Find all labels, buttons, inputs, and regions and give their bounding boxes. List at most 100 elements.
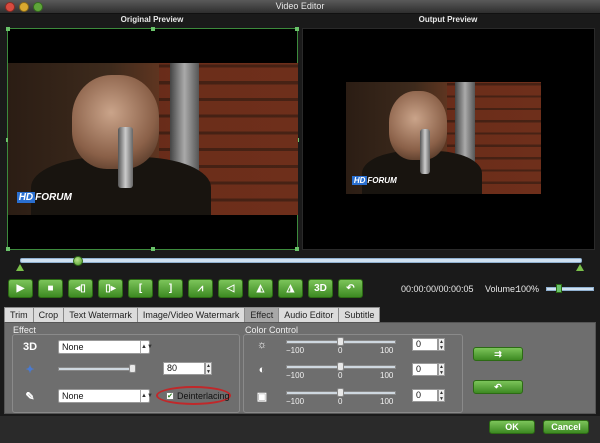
contrast-stepper[interactable]: ▲ ▼ — [438, 363, 445, 376]
effect-strength-slider[interactable] — [58, 367, 134, 371]
next-frame-icon: ▯▸ — [105, 283, 116, 294]
saturation-min: −100 — [286, 397, 305, 406]
effect-panel: Effect 3D None ▲▼ ✦ 80 ▲ ▼ ✎ None ▲▼ ✔ Dein… — [4, 322, 596, 414]
crop-handle[interactable] — [151, 27, 155, 31]
rotate-right-button[interactable]: ◮ — [278, 279, 303, 298]
effect-strength-knob[interactable] — [129, 364, 136, 373]
ok-button[interactable]: OK — [489, 420, 535, 434]
output-preview-label: Output Preview — [418, 15, 478, 24]
next-frame-button[interactable]: ▯▸ — [98, 279, 123, 298]
cancel-button[interactable]: Cancel — [543, 420, 589, 434]
brightness-icon: ☼ — [256, 339, 268, 351]
brightness-field[interactable]: 0 — [412, 338, 438, 351]
volume-label: Volume: — [485, 284, 518, 294]
original-preview[interactable]: HD FORUM — [6, 27, 299, 251]
tab-audio-editor[interactable]: Audio Editor — [278, 307, 340, 322]
tab-subtitle[interactable]: Subtitle — [338, 307, 381, 322]
timecode: 00:00:00/00:00:05 — [401, 284, 474, 294]
deinterlacing-label[interactable]: Deinterlacing — [177, 391, 230, 401]
deinterlacing-checkbox[interactable]: ✔ — [166, 392, 174, 400]
magic-wand-icon: ✎ — [25, 390, 35, 403]
crop-handle[interactable] — [295, 27, 299, 31]
original-video-frame: HD FORUM — [8, 63, 298, 215]
timeline-slider[interactable] — [20, 258, 582, 263]
undo-icon: ↶ — [346, 283, 355, 294]
tab-text-watermark[interactable]: Text Watermark — [63, 307, 138, 322]
reset-button[interactable]: ↶ — [473, 380, 523, 394]
deinterlacing-highlight: ✔ Deinterlacing — [156, 386, 231, 405]
crop-handle[interactable] — [6, 27, 10, 31]
prev-frame-icon: ◂▯ — [75, 283, 86, 294]
saturation-stepper[interactable]: ▲ ▼ — [438, 389, 445, 402]
crop-handle[interactable] — [295, 247, 299, 251]
undo-button[interactable]: ↶ — [338, 279, 363, 298]
window-title: Video Editor — [275, 1, 325, 11]
select-arrow-icon: ▲▼ — [140, 341, 153, 353]
mark-in-button[interactable]: [ — [128, 279, 153, 298]
flip-vertical-button[interactable]: ⩘ — [188, 279, 213, 298]
3d-button[interactable]: 3D — [308, 279, 333, 298]
rotate-left-icon: ◁ — [226, 283, 235, 294]
prev-frame-button[interactable]: ◂▯ — [68, 279, 93, 298]
brightness-max: 100 — [380, 346, 394, 355]
saturation-mid: 0 — [338, 397, 343, 406]
reset-icon: ↶ — [494, 382, 502, 392]
video-logo: HD FORUM — [16, 191, 72, 203]
crop-handle[interactable] — [151, 247, 155, 251]
tab-effect[interactable]: Effect — [244, 307, 280, 322]
microphone — [420, 129, 430, 174]
trim-end-marker[interactable] — [576, 264, 584, 271]
flip-vertical-icon: ⩘ — [197, 283, 204, 294]
tab-crop[interactable]: Crop — [32, 307, 65, 322]
brightness-min: −100 — [286, 346, 305, 355]
brightness-stepper[interactable]: ▲ ▼ — [438, 338, 445, 351]
output-preview: HD FORUM — [302, 28, 595, 250]
3d-icon: 3D — [22, 341, 38, 353]
contrast-knob[interactable] — [337, 362, 344, 371]
stop-button[interactable]: ■ — [38, 279, 63, 298]
effect-filter-icon: ✦ — [25, 363, 35, 376]
rotate-right-icon: ◮ — [286, 283, 295, 294]
play-button[interactable]: ▶ — [8, 279, 33, 298]
brightness-knob[interactable] — [337, 337, 344, 346]
rotate-left-button[interactable]: ◁ — [218, 279, 243, 298]
playback-controls: ▶ ■ ◂▯ ▯▸ [ ] ⩘ ◁ ◭ ◮ 3D ↶ — [8, 279, 363, 298]
crop-handle[interactable] — [6, 247, 10, 251]
stop-icon: ■ — [47, 283, 54, 294]
microphone — [118, 126, 133, 188]
volume-knob[interactable] — [556, 284, 562, 293]
effect-strength-field[interactable]: 80 — [163, 362, 205, 375]
3d-label: 3D — [314, 283, 327, 294]
contrast-min: −100 — [286, 371, 305, 380]
contrast-icon: ◐ — [258, 364, 266, 376]
flip-horizontal-button[interactable]: ◭ — [248, 279, 273, 298]
original-preview-label: Original Preview — [120, 15, 184, 24]
mark-out-button[interactable]: ] — [158, 279, 183, 298]
apply-to-all-button[interactable]: ⇉ — [473, 347, 523, 361]
effect-strength-stepper[interactable]: ▲ ▼ — [205, 362, 212, 375]
bracket-right-icon: ] — [168, 283, 173, 294]
video-logo: HD FORUM — [351, 176, 397, 186]
volume-slider[interactable] — [546, 287, 594, 291]
output-video-frame: HD FORUM — [346, 82, 541, 194]
color-control-group: ☼ −100 0 100 0 ▲ ▼ ◐ −100 0 100 0 ▲ ▼ ▣ −1… — [243, 334, 463, 413]
trim-start-marker[interactable] — [16, 264, 24, 271]
tab-trim[interactable]: Trim — [4, 307, 34, 322]
saturation-field[interactable]: 0 — [412, 389, 438, 402]
contrast-field[interactable]: 0 — [412, 363, 438, 376]
filter-select[interactable]: None ▲▼ — [58, 389, 153, 403]
play-icon: ▶ — [16, 283, 25, 294]
effect-group: 3D None ▲▼ ✦ 80 ▲ ▼ ✎ None ▲▼ ✔ Deinterlaci… — [12, 334, 240, 413]
saturation-knob[interactable] — [337, 388, 344, 397]
volume-value: 100% — [516, 284, 540, 294]
flip-horizontal-icon: ◭ — [256, 283, 265, 294]
select-arrow-icon: ▲▼ — [140, 390, 153, 402]
contrast-max: 100 — [380, 371, 394, 380]
3d-mode-select[interactable]: None ▲▼ — [58, 340, 153, 354]
apply-icon: ⇉ — [494, 349, 502, 359]
brightness-mid: 0 — [338, 346, 343, 355]
tab-image-video-watermark[interactable]: Image/Video Watermark — [136, 307, 246, 322]
title-bar: Video Editor — [0, 0, 600, 14]
editor-tabs: Trim Crop Text Watermark Image/Video Wat… — [4, 307, 381, 322]
playhead-knob[interactable] — [73, 256, 83, 266]
